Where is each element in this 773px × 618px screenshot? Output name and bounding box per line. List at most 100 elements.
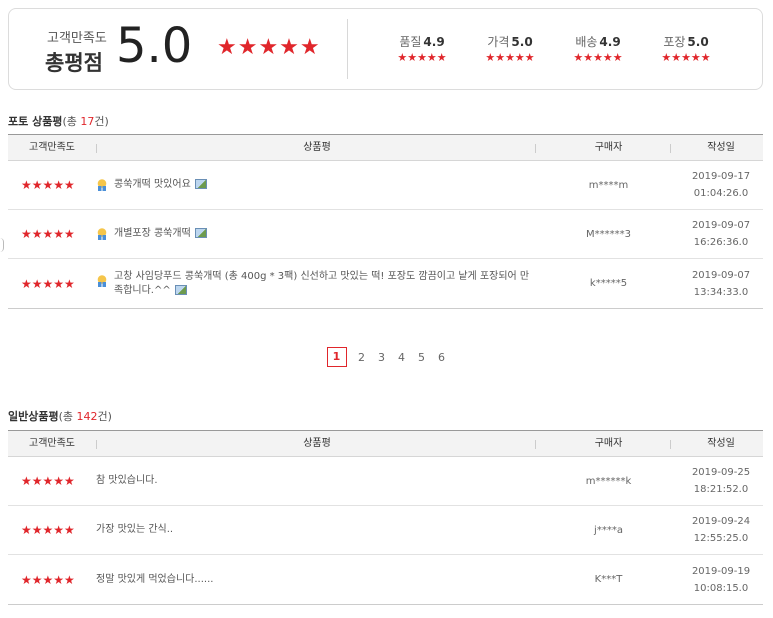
time-text: 10:08:15.0 [693,582,749,594]
total-stars-icon: ★★★★★ [217,35,321,60]
best-badge-icon [96,179,108,191]
photo-reviews-table: 고객만족도 상품평 구매자 작성일 ★★★★★ 콩쑥개떡 맛있어요 m****m… [8,134,763,309]
buyer-id: k*****5 [589,278,628,289]
date-text: 2019-09-07 [691,220,751,231]
date-text: 2019-09-07 [691,269,751,281]
rating-stars-icon: ★★★★★ [21,523,75,537]
category-name: 품질 [399,35,422,49]
date-text: 2019-09-24 [691,516,751,527]
review-content[interactable]: 개별포장 콩쑥개떡 [96,210,536,258]
column-date: 작성일 [707,142,735,153]
column-buyer: 구매자 [594,438,623,449]
photo-reviews-title: 포토 상품평(총 17건) [8,113,109,129]
rating-stars-icon: ★★★★★ [21,227,75,241]
buyer-id: K***T [594,574,623,585]
count-suffix: 건) [97,410,112,423]
review-text[interactable]: 가장 맛있는 간식.. [96,523,173,537]
buyer-id: m****m [588,179,629,191]
side-scroll-handle[interactable] [0,238,4,252]
review-date: 2019-09-24 12:55:25.0 [679,506,763,554]
category-packaging: 포장 5.0 ★★★★★ [651,33,721,63]
total-rating-title: 총평점 [45,51,103,75]
column-review: 상품평 [303,438,331,449]
review-date: 2019-09-17 01:04:26.0 [679,161,763,209]
total-score: 5.0 [116,18,193,74]
time-text: 18:21:52.0 [693,484,749,495]
review-text[interactable]: 콩쑥개떡 맛있어요 [114,179,191,190]
satisfaction-label: 고객만족도 [47,31,107,46]
column-divider [535,440,536,449]
date-text: 2019-09-17 [691,171,751,182]
review-content[interactable]: 콩쑥개떡 맛있어요 [96,161,536,209]
general-reviews-table: 고객만족도 상품평 구매자 작성일 ★★★★★ 참 맛있습니다. m******… [8,430,763,605]
photo-icon[interactable] [194,179,207,189]
rating-summary: 고객만족도 총평점 5.0 ★★★★★ 품질 4.9 ★★★★★ 가격 5.0 ★★… [8,8,763,90]
pagination: 1 2 3 4 5 6 [0,347,773,367]
table-row[interactable]: ★★★★★ 콩쑥개떡 맛있어요 m****m 2019-09-17 01:04:… [8,161,763,210]
buyer-id: j****a [594,524,623,536]
column-divider [670,144,671,153]
table-row[interactable]: ★★★★★ 참 맛있습니다. m******k 2019-09-25 18:21… [8,457,763,506]
category-name: 배송 [575,35,598,49]
time-text: 01:04:26.0 [693,188,749,199]
rating-stars-icon: ★★★★★ [21,474,75,488]
column-divider [535,144,536,153]
category-stars-icon: ★★★★★ [661,51,711,64]
buyer-id: M******3 [586,228,631,240]
review-content[interactable]: 가장 맛있는 간식.. [96,506,536,554]
review-text[interactable]: 개별포장 콩쑥개떡 [114,228,191,239]
review-text[interactable]: 정말 맛있게 먹었습니다...... [96,573,213,587]
count-prefix: (총 [58,410,77,423]
time-text: 13:34:33.0 [693,286,749,298]
category-quality: 품질 4.9 ★★★★★ [387,33,457,63]
table-header: 고객만족도 상품평 구매자 작성일 [8,135,763,161]
table-row[interactable]: ★★★★★ 가장 맛있는 간식.. j****a 2019-09-24 12:5… [8,506,763,555]
table-row[interactable]: ★★★★★ 정말 맛있게 먹었습니다...... K***T 2019-09-1… [8,555,763,604]
review-date: 2019-09-25 18:21:52.0 [679,457,763,505]
time-text: 12:55:25.0 [693,533,749,544]
review-text[interactable]: 참 맛있습니다. [96,474,158,488]
category-name: 포장 [663,35,686,49]
page-link-3[interactable]: 3 [377,351,387,364]
review-date: 2019-09-07 13:34:33.0 [679,259,763,308]
review-content[interactable]: 참 맛있습니다. [96,457,536,505]
page-link-2[interactable]: 2 [357,351,367,364]
review-count: 142 [76,410,98,423]
buyer-id: m******k [585,475,632,487]
review-count: 17 [80,115,95,128]
category-stars-icon: ★★★★★ [485,51,535,64]
category-score: 5.0 [511,35,533,49]
category-name: 가격 [487,35,510,49]
best-badge-icon [96,228,108,240]
page-link-4[interactable]: 4 [397,351,407,364]
category-stars-icon: ★★★★★ [573,51,623,64]
category-score: 4.9 [599,35,621,49]
review-content[interactable]: 정말 맛있게 먹었습니다...... [96,555,536,604]
page-link-5[interactable]: 5 [417,351,427,364]
time-text: 16:26:36.0 [693,237,749,248]
column-date: 작성일 [707,438,735,449]
category-stars-icon: ★★★★★ [397,51,447,64]
category-score: 5.0 [687,35,709,49]
table-header: 고객만족도 상품평 구매자 작성일 [8,431,763,457]
column-review: 상품평 [303,142,331,153]
column-buyer: 구매자 [594,142,623,153]
photo-icon[interactable] [194,228,207,238]
review-content[interactable]: 고창 사임당푸드 콩쑥개떡 (총 400g * 3팩) 신선하고 맛있는 떡! … [96,259,536,308]
review-date: 2019-09-07 16:26:36.0 [679,210,763,258]
table-row[interactable]: ★★★★★ 개별포장 콩쑥개떡 M******3 2019-09-07 16:2… [8,210,763,259]
section-title-text: 일반상품평 [8,410,59,423]
category-delivery: 배송 4.9 ★★★★★ [563,33,633,63]
general-reviews-title: 일반상품평(총 142건) [8,408,112,424]
page-link-1[interactable]: 1 [326,347,347,367]
page-link-6[interactable]: 6 [437,351,447,364]
table-row[interactable]: ★★★★★ 고창 사임당푸드 콩쑥개떡 (총 400g * 3팩) 신선하고 맛… [8,259,763,308]
category-price: 가격 5.0 ★★★★★ [475,33,545,63]
rating-stars-icon: ★★★★★ [21,178,75,192]
column-divider [670,440,671,449]
review-date: 2019-09-19 10:08:15.0 [679,555,763,604]
section-title-text: 포토 상품평 [8,115,63,128]
column-rating: 고객만족도 [29,438,75,449]
photo-icon[interactable] [174,284,187,295]
best-badge-icon [96,275,108,287]
